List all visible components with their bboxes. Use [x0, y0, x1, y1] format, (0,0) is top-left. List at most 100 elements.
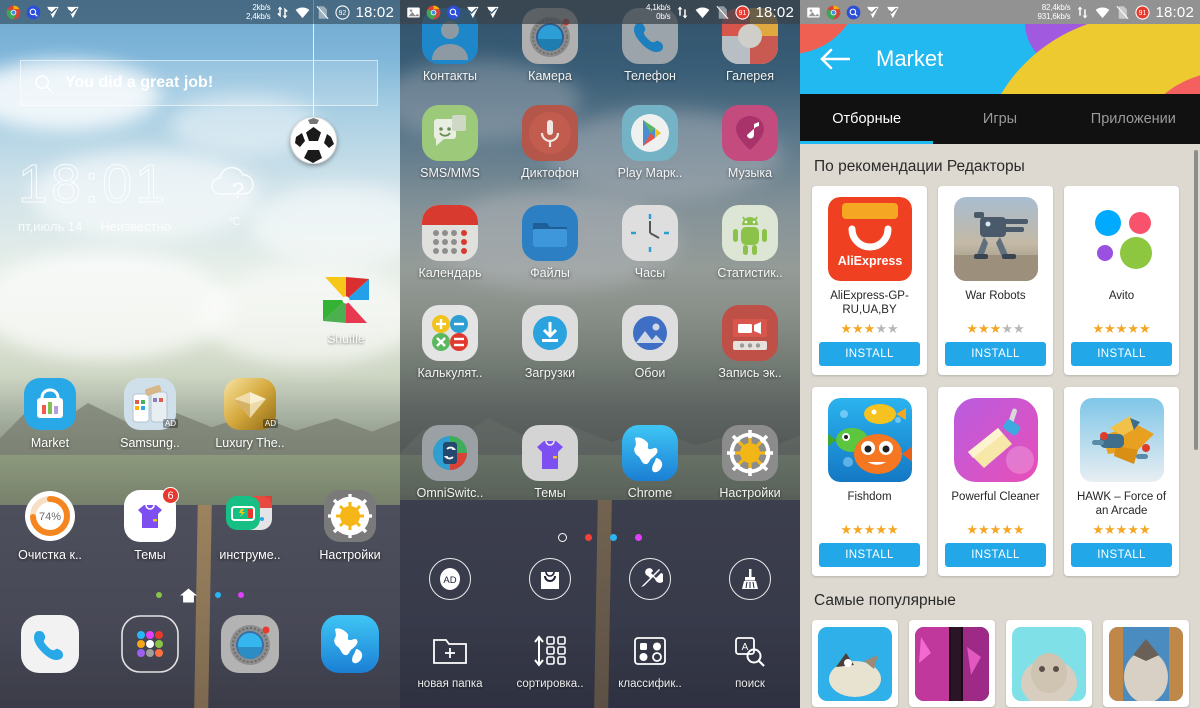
install-button[interactable]: INSTALL — [945, 342, 1046, 366]
back-arrow-icon[interactable] — [820, 48, 850, 70]
app-themes[interactable]: 6 Темы — [100, 487, 200, 562]
drawer-tools-row-2: новая папка сортировка.. классифик.. A п… — [400, 630, 800, 690]
shuffle-label: Shuffle — [327, 332, 365, 346]
voice-recorder-icon — [522, 105, 578, 161]
drawer-app-omniswitch[interactable]: OmniSwitc.. — [400, 425, 500, 500]
tool-ad[interactable]: AD — [400, 558, 500, 606]
page-dot-active[interactable] — [558, 533, 567, 542]
wifi-icon — [296, 6, 310, 18]
sync-arrows-icon — [1077, 6, 1088, 18]
install-button[interactable]: INSTALL — [945, 543, 1046, 567]
dock-camera[interactable] — [200, 615, 300, 695]
app-card[interactable]: Avito ★★★★★ INSTALL — [1064, 186, 1179, 375]
status-bar[interactable]: 2kb/s 2,4kb/s 92 18:02 — [0, 0, 400, 24]
fishdom-icon — [827, 398, 912, 482]
tool-utilities[interactable] — [600, 558, 700, 606]
shuffle-widget[interactable]: Shuffle — [315, 275, 377, 346]
drawer-app-themes[interactable]: Темы — [500, 425, 600, 500]
app-label: Market — [30, 436, 70, 450]
drawer-app-stats[interactable]: Статистик.. — [700, 205, 800, 280]
drawer-app-wallpaper[interactable]: Обои — [600, 305, 700, 380]
install-button[interactable]: INSTALL — [819, 342, 920, 366]
market-content[interactable]: По рекомендации Редакторы AliExpress Ali… — [800, 144, 1200, 708]
drawer-row-3: Календарь Файлы Часы Статистик.. — [400, 205, 800, 280]
app-name: Powerful Cleaner — [951, 491, 1040, 503]
status-bar[interactable]: 4,1kb/s 0b/s 91 18:02 — [400, 0, 800, 24]
tool-new-folder[interactable]: новая папка — [400, 630, 500, 690]
tab-games[interactable]: Игры — [933, 94, 1066, 144]
game-thumb-3 — [1012, 627, 1086, 701]
app-thumbnail — [818, 627, 892, 701]
install-button[interactable]: INSTALL — [819, 543, 920, 567]
drawer-app-recorder[interactable]: Диктофон — [500, 105, 600, 180]
page-dot[interactable] — [610, 534, 617, 541]
clock-time: 18:01 — [17, 154, 169, 214]
app-market[interactable]: Market — [0, 378, 100, 450]
section-title-editors: По рекомендации Редакторы — [814, 158, 1025, 175]
avito-icon — [1079, 197, 1164, 281]
tool-sort[interactable]: сортировка.. — [500, 630, 600, 690]
drawer-app-clock[interactable]: Часы — [600, 205, 700, 280]
app-luxury-theme[interactable]: Luxury The.. AD — [200, 378, 300, 450]
dock-phone[interactable] — [0, 615, 100, 695]
app-samsung-theme[interactable]: Samsung.. AD — [100, 378, 200, 450]
page-dot[interactable] — [215, 592, 221, 598]
drawer-app-calendar[interactable]: Календарь — [400, 205, 500, 280]
tab-apps[interactable]: Приложении — [1067, 94, 1200, 144]
app-card[interactable]: War Robots ★★★★★ INSTALL — [938, 186, 1053, 375]
tool-cleaner[interactable] — [700, 558, 800, 606]
drawer-row-2: SMS/MMS Диктофон Play Марк.. Музыка — [400, 105, 800, 180]
page-dot[interactable] — [238, 592, 244, 598]
app-card[interactable] — [812, 620, 898, 707]
tool-classify[interactable]: классифик.. — [600, 630, 700, 690]
app-tools-folder[interactable]: инструме.. — [200, 490, 300, 562]
app-drawer-icon — [121, 615, 179, 673]
drawer-app-files[interactable]: Файлы — [500, 205, 600, 280]
checkmark-icon — [487, 6, 499, 18]
install-button[interactable]: INSTALL — [1071, 342, 1172, 366]
app-card[interactable]: AliExpress AliExpress-GP-RU,UA,BY ★★★★★ … — [812, 186, 927, 375]
dock-browser[interactable] — [300, 615, 400, 695]
weather-unknown-icon: ? — [208, 158, 266, 211]
tool-store[interactable] — [500, 558, 600, 606]
drawer-app-settings[interactable]: Настройки — [700, 425, 800, 500]
cleaner-percent: 74% — [39, 511, 61, 523]
page-dot[interactable] — [156, 592, 162, 598]
home-icon[interactable] — [179, 587, 198, 604]
search-input[interactable]: You did a great job! — [20, 60, 378, 106]
drawer-app-downloads[interactable]: Загрузки — [500, 305, 600, 380]
app-card[interactable]: Powerful Cleaner ★★★★★ INSTALL — [938, 387, 1053, 576]
scrollbar[interactable] — [1194, 150, 1198, 450]
app-card[interactable]: HAWK – Force of an Arcade ★★★★★ INSTALL — [1064, 387, 1179, 576]
themes-icon — [522, 425, 578, 481]
drawer-app-play-store[interactable]: Play Марк.. — [600, 105, 700, 180]
tool-search[interactable]: A поиск — [700, 630, 800, 690]
app-cleaner[interactable]: 74% Очистка к.. — [0, 490, 100, 562]
omniswitch-icon — [422, 425, 478, 481]
app-label: OmniSwitc.. — [416, 486, 484, 500]
app-card[interactable] — [909, 620, 995, 707]
status-clock: 18:02 — [1155, 3, 1194, 21]
install-button[interactable]: INSTALL — [1071, 543, 1172, 567]
page-dot[interactable] — [585, 534, 592, 541]
tab-featured[interactable]: Отборные — [800, 94, 934, 144]
drawer-app-chrome[interactable]: Chrome — [600, 425, 700, 500]
drawer-app-calculator[interactable]: Калькулят.. — [400, 305, 500, 380]
drawer-app-sms[interactable]: SMS/MMS — [400, 105, 500, 180]
network-speed: 2kb/s 2,4kb/s — [246, 3, 271, 21]
drawer-app-screen-recorder[interactable]: Запись эк.. — [700, 305, 800, 380]
drawer-page-indicator[interactable] — [400, 533, 800, 542]
app-settings[interactable]: Настройки — [300, 490, 400, 562]
app-card[interactable]: Fishdom ★★★★★ INSTALL — [812, 387, 927, 576]
status-bar[interactable]: 82,4kb/s 931,6kb/s 91 18:02 — [800, 0, 1200, 24]
page-indicator[interactable] — [0, 586, 400, 604]
app-card[interactable] — [1006, 620, 1092, 707]
game-thumb-1 — [818, 627, 892, 701]
page-dot[interactable] — [635, 534, 642, 541]
clock-widget[interactable]: 18:01 пт,июль 14 Неизвестно — [17, 154, 171, 235]
drawer-app-music[interactable]: Музыка — [700, 105, 800, 180]
dock-app-drawer[interactable] — [100, 615, 200, 695]
app-card[interactable] — [1103, 620, 1189, 707]
soccer-ball-widget[interactable] — [290, 117, 337, 164]
broom-clean-icon — [742, 569, 758, 589]
